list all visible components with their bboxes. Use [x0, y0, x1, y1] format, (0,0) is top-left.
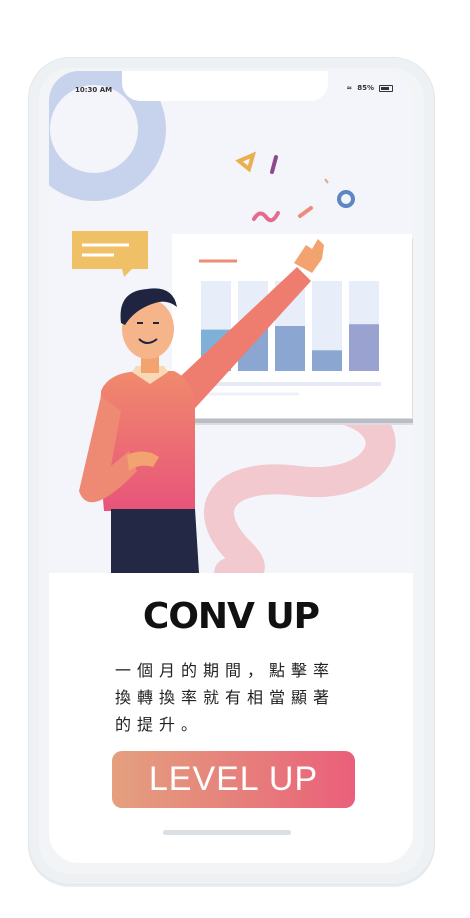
chart-bar	[275, 326, 305, 371]
chart-bar	[312, 350, 342, 371]
status-icons: ≈ 85%	[346, 84, 393, 92]
wifi-icon: ≈	[346, 84, 353, 92]
hero-description: 一個月的期間，點擊率 換轉換率就有相當顯著 的提升。	[115, 657, 365, 738]
description-line: 換轉換率就有相當顯著	[115, 688, 336, 707]
hero-title: CONV UP	[142, 596, 320, 637]
illustration-svg	[49, 71, 413, 573]
decor-stick	[270, 155, 278, 174]
description-line: 的提升。	[115, 715, 204, 734]
description-line: 一個月的期間，點擊率	[115, 661, 336, 680]
battery-percent: 85%	[357, 84, 374, 92]
illustration: 10:30 AM ≈ 85%	[49, 71, 413, 573]
phone-notch	[122, 71, 328, 101]
chart-bar	[349, 324, 379, 371]
decor-swirl	[204, 396, 396, 573]
decor-triangle	[235, 151, 257, 173]
phone-screen: 10:30 AM ≈ 85% CONV UP 一個月的期間，點擊率 換轉換率就有…	[49, 71, 413, 863]
decor-squiggle	[252, 211, 280, 223]
decor-dot	[324, 178, 329, 184]
decor-dash	[298, 206, 313, 218]
decor-circle	[337, 190, 355, 208]
home-indicator[interactable]	[163, 830, 291, 835]
battery-icon	[379, 84, 393, 92]
level-up-button[interactable]: LEVEL UP	[112, 751, 355, 808]
status-time: 10:30 AM	[75, 86, 113, 94]
